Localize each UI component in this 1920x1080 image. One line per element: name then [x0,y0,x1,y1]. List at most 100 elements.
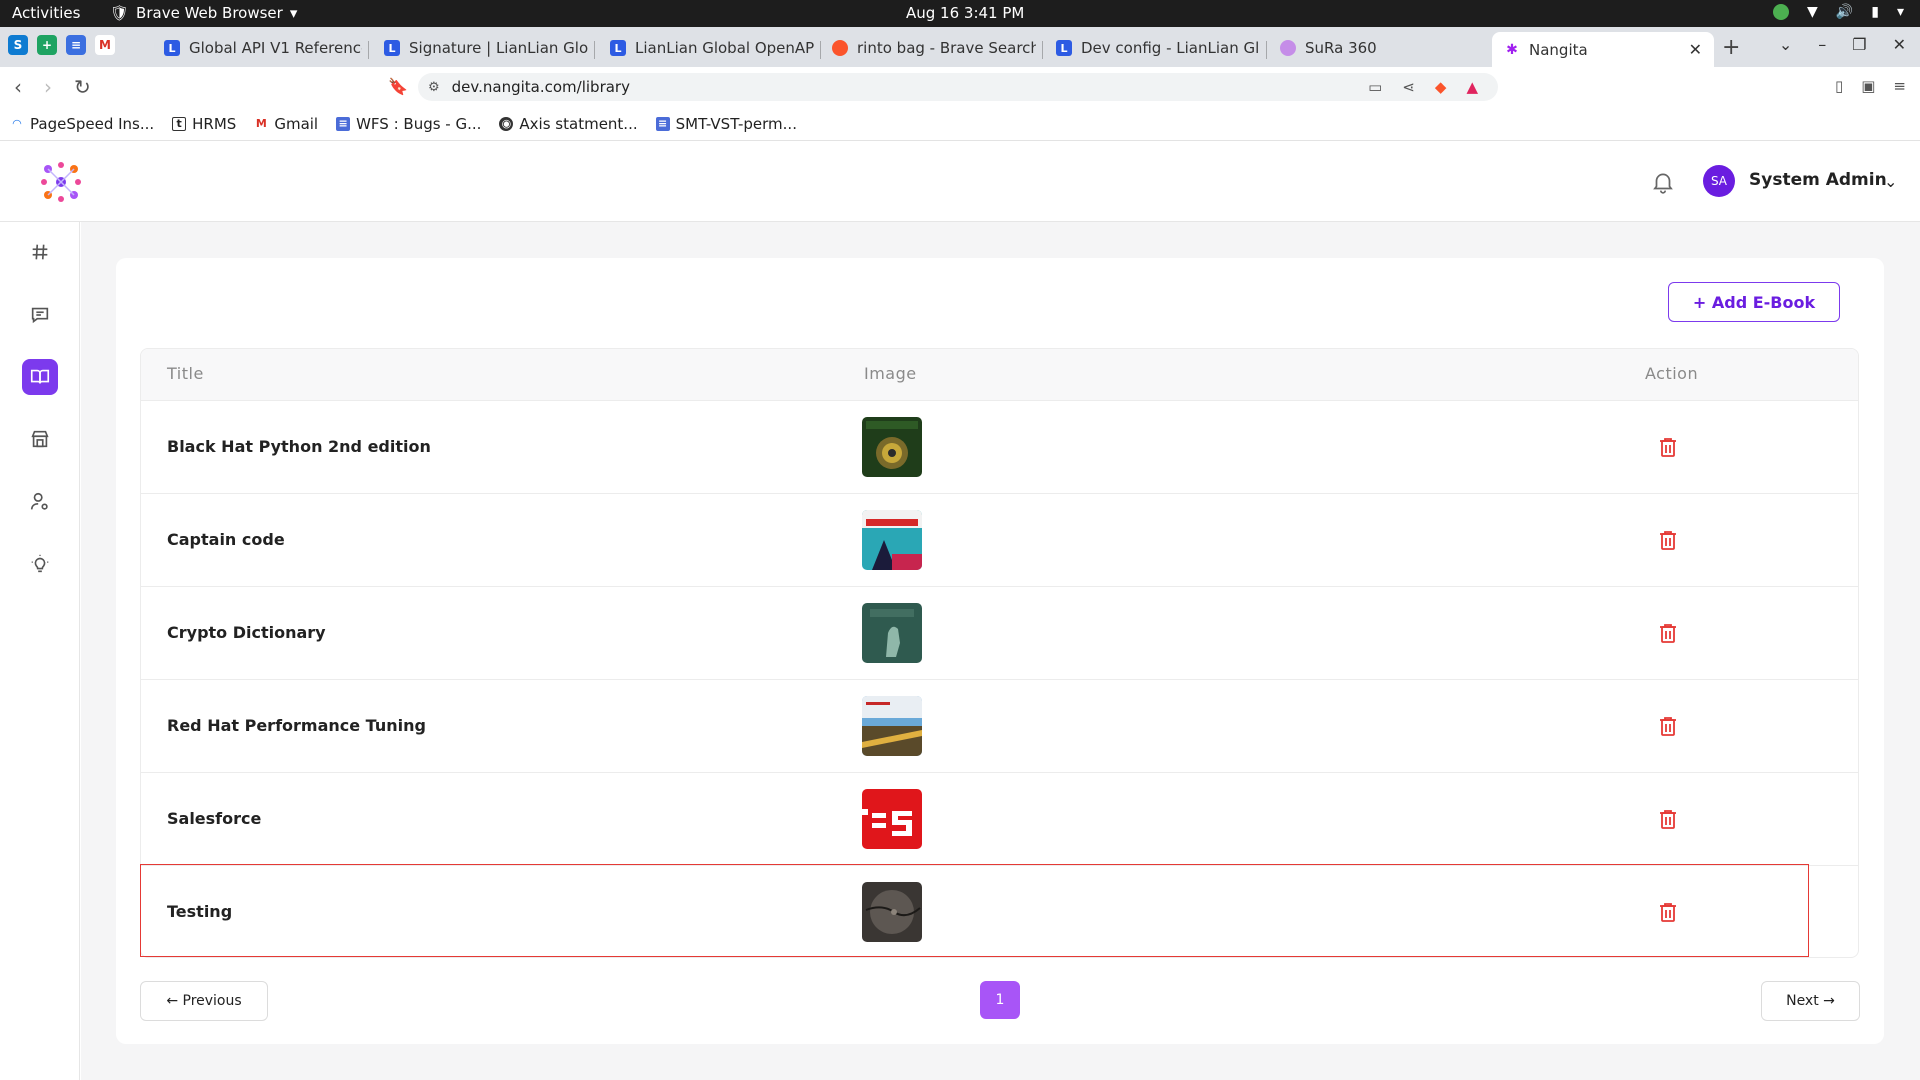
sura-icon [1280,40,1296,56]
ebook-title: Testing [167,902,233,921]
bookmarks-bar: ◠ PageSpeed Ins... t HRMS M Gmail ≡ WFS … [0,107,1920,141]
window-controls: ⌄ – ❐ ✕ [1779,35,1906,54]
minimize-icon[interactable]: – [1818,35,1826,54]
user-settings-icon [30,492,48,510]
table-row: Salesforce [141,773,1858,866]
sidebar [0,222,80,1080]
delete-icon[interactable] [1659,530,1677,550]
avatar[interactable]: SA [1703,165,1735,197]
brave-icon: 🛡 [110,4,130,22]
activities-button[interactable]: Activities [12,4,80,22]
site-info-icon[interactable]: ⚙ [428,80,440,95]
ebook-title: Salesforce [167,809,262,828]
chat-icon [31,307,49,324]
gmail-icon[interactable]: M [95,35,115,55]
brave-shields-icon[interactable]: ◆ [1435,78,1447,96]
tab-nangita[interactable]: ✱ Nangita ✕ [1492,32,1714,67]
battery-icon: ▮ [1871,4,1879,20]
ebook-cover-image [862,789,922,849]
bookmark-smt[interactable]: ≡ SMT-VST-perm... [655,115,797,133]
ebook-cover-image [862,417,922,477]
tab-dev-config[interactable]: L Dev config - LianLian Glob [1044,33,1260,63]
back-icon[interactable]: ‹ [14,75,22,99]
delete-icon[interactable] [1659,716,1677,736]
brave-search-icon [832,40,848,56]
bookmark-wfs[interactable]: ≡ WFS : Bugs - G... [336,115,481,133]
tab-search-icon[interactable]: ⌄ [1779,35,1792,54]
navigation-bar: ‹ › ↻ 🔖 ⚙ dev.nangita.com/library ▭ ⋖ ◆ … [0,67,1920,107]
bookmark-axis[interactable]: ◉ Axis statment... [499,115,638,133]
sheets-icon[interactable]: + [37,35,57,55]
previous-page-button[interactable]: ← Previous [140,981,268,1021]
reload-icon[interactable]: ↻ [74,75,91,99]
cast-icon[interactable]: ▭ [1368,78,1382,96]
column-image: Image [864,364,917,383]
os-top-bar: Activities 🛡 Brave Web Browser ▾ Aug 16 … [0,0,1920,27]
lightbulb-icon [31,554,49,573]
bookmark-hrms[interactable]: t HRMS [172,115,236,133]
sidebar-item-ideas[interactable] [22,546,58,582]
delete-icon[interactable] [1659,623,1677,643]
ebook-cover-image [862,603,922,663]
caret-down-icon: ▾ [289,4,298,22]
share-icon[interactable]: ⋖ [1402,78,1415,96]
next-page-button[interactable]: Next → [1761,981,1860,1021]
maximize-icon[interactable]: ❐ [1852,35,1866,54]
bookmark-icon[interactable]: 🔖 [388,77,408,96]
system-tray[interactable]: ▼ 🔊 ▮ ▾ [1773,4,1904,20]
volume-icon: 🔊 [1835,4,1854,20]
sidebar-item-messages[interactable] [22,297,58,333]
lianlian-icon: L [1056,40,1072,56]
tab-openapi[interactable]: L LianLian Global OpenAPI [598,33,814,63]
bookmark-pagespeed[interactable]: ◠ PageSpeed Ins... [10,115,154,133]
clock[interactable]: Aug 16 3:41 PM [906,4,1024,22]
notification-bell-icon[interactable] [1650,169,1676,195]
tab-brave-search[interactable]: rinto bag - Brave Search [820,33,1036,63]
brave-rewards-icon[interactable]: ▲ [1466,78,1478,96]
ebook-title: Black Hat Python 2nd edition [167,437,431,456]
column-title: Title [167,364,204,383]
sidebar-toggle-icon[interactable]: ▯ [1835,77,1843,95]
delete-icon[interactable] [1659,437,1677,457]
table-row: Black Hat Python 2nd edition [141,401,1858,494]
wifi-icon: ▼ [1807,4,1818,20]
lianlian-icon: L [384,40,400,56]
power-menu-icon: ▾ [1896,4,1904,20]
delete-icon[interactable] [1659,902,1677,922]
lianlian-icon: L [610,40,626,56]
add-ebook-button[interactable]: + Add E-Book [1668,282,1840,322]
chevron-down-icon[interactable]: ⌄ [1884,172,1897,191]
tab-signature[interactable]: L Signature | LianLian Global [372,33,588,63]
new-tab-icon[interactable]: + [1722,35,1740,60]
address-bar[interactable]: ⚙ dev.nangita.com/library ▭ ⋖ ◆ ▲ [418,73,1498,101]
wallet-icon[interactable]: ▣ [1861,77,1875,95]
nangita-logo[interactable] [38,159,84,205]
pinned-tabs: S + ≡ M [8,35,115,55]
page-number-button[interactable]: 1 [980,981,1020,1019]
table-header: Title Image Action [141,349,1858,401]
close-tab-icon[interactable]: ✕ [1689,40,1702,59]
pagespeed-icon: ◠ [12,117,22,130]
jira-icon[interactable]: ≡ [66,35,86,55]
app-menu[interactable]: 🛡 Brave Web Browser ▾ [110,4,297,22]
sidebar-item-channels[interactable] [22,234,58,270]
sidebar-item-users[interactable] [22,484,58,520]
url-text[interactable]: dev.nangita.com/library [452,78,630,96]
sidebar-item-library[interactable] [22,359,58,395]
bookmark-gmail[interactable]: M Gmail [254,115,318,133]
sidebar-item-store[interactable] [22,421,58,457]
user-name[interactable]: System Admin [1749,170,1887,190]
skype-icon[interactable]: S [8,35,28,55]
lianlian-icon: L [164,40,180,56]
tab-sura-360[interactable]: SuRa 360 [1268,33,1484,63]
nangita-icon: ✱ [1504,41,1520,58]
close-window-icon[interactable]: ✕ [1893,35,1906,54]
tab-strip: S + ≡ M L Global API V1 Reference | L Si… [0,27,1920,67]
ebook-cover-image [862,510,922,570]
tab-global-api[interactable]: L Global API V1 Reference | [152,33,362,63]
ebook-title: Crypto Dictionary [167,623,326,642]
delete-icon[interactable] [1659,809,1677,829]
menu-icon[interactable]: ≡ [1893,77,1906,95]
table-row: Captain code [141,494,1858,587]
forward-icon[interactable]: › [44,75,52,99]
